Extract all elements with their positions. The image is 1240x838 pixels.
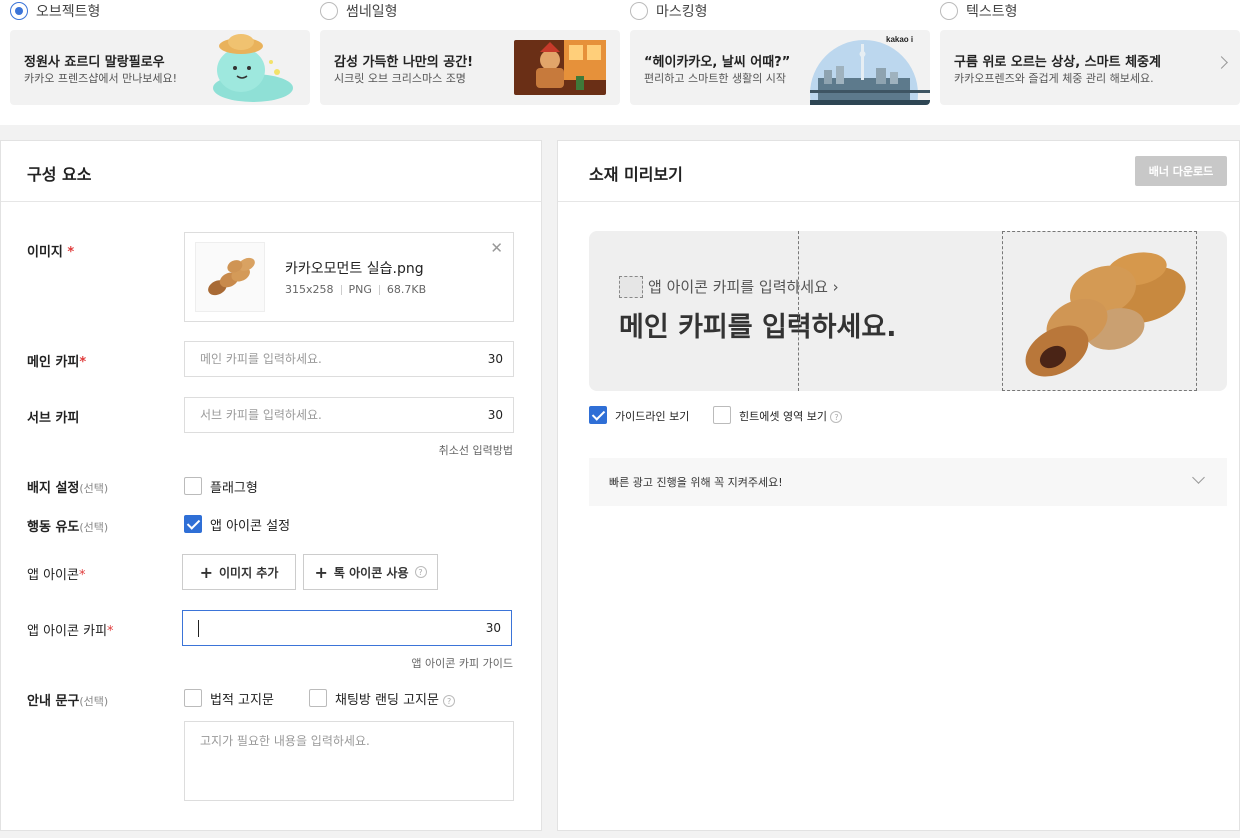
type-thumbnail-card[interactable]: 감성 가득한 나만의 공간! 시크릿 오브 크리스마스 조명 bbox=[320, 30, 620, 105]
app-icon-copy-field[interactable]: 30 bbox=[182, 610, 512, 646]
help-icon[interactable]: ? bbox=[414, 566, 427, 578]
legal-notice-checkbox[interactable] bbox=[184, 689, 202, 707]
preview-sub-copy: 앱 아이콘 카피를 입력하세요 › bbox=[648, 278, 839, 296]
badge-label: 배지 설정(선택) bbox=[27, 481, 109, 496]
image-format: PNG bbox=[348, 283, 372, 296]
main-copy-field[interactable]: 30 bbox=[184, 341, 514, 377]
card-subtitle: 시크릿 오브 크리스마스 조명 bbox=[334, 72, 466, 85]
hint-asset-checkbox[interactable] bbox=[713, 406, 731, 424]
guideline-label: 가이드라인 보기 bbox=[615, 410, 690, 423]
components-title: 구성 요소 bbox=[27, 165, 92, 184]
app-icon-copy-char-count: 30 bbox=[485, 621, 501, 635]
notice-label: 안내 문구(선택) bbox=[27, 694, 109, 709]
image-dimensions: 315x258 bbox=[285, 283, 334, 296]
banner-download-button[interactable]: 배너 다운로드 bbox=[1135, 156, 1227, 186]
plus-icon: + bbox=[314, 562, 328, 582]
preview-panel-header: 소재 미리보기 배너 다운로드 bbox=[558, 141, 1239, 202]
app-icon-copy-label: 앱 아이콘 카피* bbox=[27, 624, 114, 639]
sub-copy-field[interactable]: 30 bbox=[184, 397, 514, 433]
meta-divider bbox=[340, 284, 342, 295]
flag-badge-checkbox[interactable] bbox=[184, 477, 202, 495]
type-object-card[interactable]: 정원사 죠르디 말랑필로우 카카오 프렌즈샵에서 만나보세요! bbox=[10, 30, 310, 105]
main-copy-input[interactable] bbox=[200, 352, 488, 366]
app-icon-setting-checkbox[interactable] bbox=[184, 515, 202, 533]
app-icon-copy-guide-link[interactable]: 앱 아이콘 카피 가이드 bbox=[411, 655, 513, 671]
use-talk-icon-label: 톡 아이콘 사용 bbox=[333, 565, 409, 580]
card-subtitle: 카카오프렌즈와 즐겁게 체중 관리 해보세요. bbox=[954, 72, 1154, 85]
use-talk-icon-button[interactable]: + 톡 아이콘 사용 ? bbox=[303, 554, 438, 590]
main-copy-label: 메인 카피* bbox=[27, 355, 87, 370]
image-filesize: 68.7KB bbox=[386, 283, 427, 296]
card-title: 구름 위로 오르는 상상, 스마트 체중계 bbox=[954, 55, 1161, 70]
guideline-checkbox[interactable] bbox=[589, 406, 607, 424]
chevron-down-icon[interactable] bbox=[1192, 471, 1205, 484]
legal-notice-label: 법적 고지문 bbox=[210, 693, 274, 708]
kakao-i-logo: kakao i bbox=[886, 35, 913, 44]
type-text-label: 텍스트형 bbox=[966, 4, 1018, 20]
notice-textarea[interactable]: 고지가 필요한 내용을 입력하세요. bbox=[184, 721, 514, 801]
add-image-button[interactable]: + 이미지 추가 bbox=[182, 554, 296, 590]
image-meta: 315x258 PNG 68.7KB bbox=[285, 283, 426, 296]
strikethrough-help-link[interactable]: 취소선 입력방법 bbox=[439, 442, 513, 458]
text-cursor bbox=[198, 619, 199, 637]
app-icon-copy-input[interactable] bbox=[203, 621, 486, 635]
guide-notice-text: 빠른 광고 진행을 위해 꼭 지켜주세요! bbox=[609, 476, 783, 489]
card-subtitle: 편리하고 스마트한 생활의 시작 bbox=[644, 72, 787, 85]
app-icon-placeholder bbox=[619, 276, 643, 298]
guideline-vertical bbox=[798, 231, 799, 391]
christmas-light-image bbox=[514, 40, 606, 95]
card-title: 정원사 죠르디 말랑필로우 bbox=[24, 55, 165, 70]
plus-icon: + bbox=[199, 562, 213, 582]
uploaded-image-thumbnail bbox=[195, 242, 265, 312]
type-object-radio-row[interactable]: 오브젝트형 bbox=[10, 1, 100, 21]
sub-copy-char-count: 30 bbox=[487, 408, 503, 422]
radio-selected[interactable] bbox=[10, 2, 28, 20]
radio-unselected[interactable] bbox=[320, 2, 338, 20]
help-icon[interactable]: ? bbox=[830, 411, 843, 423]
add-image-label: 이미지 추가 bbox=[219, 565, 279, 580]
image-upload-box[interactable]: 카카오모먼트 실습.png 315x258 PNG 68.7KB ✕ bbox=[184, 232, 514, 322]
guideline-image-area bbox=[1002, 231, 1197, 391]
flag-badge-label: 플래그형 bbox=[210, 481, 258, 496]
app-icon-setting-label: 앱 아이콘 설정 bbox=[210, 519, 291, 534]
sub-copy-input[interactable] bbox=[200, 408, 488, 422]
type-masking-card[interactable]: “헤이카카오, 날씨 어때?” 편리하고 스마트한 생활의 시작 kakao i bbox=[630, 30, 930, 105]
meta-divider bbox=[378, 284, 380, 295]
guide-notice-accordion[interactable]: 빠른 광고 진행을 위해 꼭 지켜주세요! bbox=[589, 458, 1227, 506]
jordy-pillow-image bbox=[213, 34, 293, 102]
sub-copy-label: 서브 카피 bbox=[27, 411, 80, 426]
type-text-radio-row[interactable]: 텍스트형 bbox=[940, 1, 1018, 21]
help-icon[interactable]: ? bbox=[443, 695, 456, 707]
creative-type-selector: 오브젝트형 정원사 죠르디 말랑필로우 카카오 프렌즈샵에서 만나보세요! 썸네… bbox=[0, 0, 1240, 125]
image-label: 이미지 * bbox=[27, 245, 75, 260]
type-thumbnail-radio-row[interactable]: 썸네일형 bbox=[320, 1, 398, 21]
radio-unselected[interactable] bbox=[630, 2, 648, 20]
type-thumbnail-label: 썸네일형 bbox=[346, 4, 398, 20]
action-label: 행동 유도(선택) bbox=[27, 520, 109, 535]
image-file-name: 카카오모먼트 실습.png bbox=[285, 261, 424, 277]
card-title: “헤이카카오, 날씨 어때?” bbox=[644, 55, 791, 70]
main-copy-char-count: 30 bbox=[487, 352, 503, 366]
card-subtitle: 카카오 프렌즈샵에서 만나보세요! bbox=[24, 72, 178, 85]
app-icon-label: 앱 아이콘* bbox=[27, 568, 86, 583]
city-masking-image: kakao i bbox=[810, 35, 930, 105]
type-text-card[interactable]: 구름 위로 오르는 상상, 스마트 체중계 카카오프렌즈와 즐겁게 체중 관리 … bbox=[940, 30, 1240, 105]
chat-landing-notice-checkbox[interactable] bbox=[309, 689, 327, 707]
banner-preview: 앱 아이콘 카피를 입력하세요 › 메인 카피를 입력하세요. bbox=[589, 231, 1227, 391]
radio-unselected[interactable] bbox=[940, 2, 958, 20]
preview-title: 소재 미리보기 bbox=[589, 165, 683, 184]
hint-asset-label: 힌트에셋 영역 보기 ? bbox=[739, 408, 843, 424]
notice-placeholder: 고지가 필요한 내용을 입력하세요. bbox=[200, 734, 370, 748]
preview-main-copy: 메인 카피를 입력하세요. bbox=[619, 312, 897, 343]
remove-image-icon[interactable]: ✕ bbox=[490, 239, 503, 257]
chat-landing-notice-label: 채팅방 랜딩 고지문 ? bbox=[335, 689, 456, 708]
preview-panel: 소재 미리보기 배너 다운로드 앱 아이콘 카피를 입력하세요 › 메인 카피를… bbox=[557, 140, 1240, 831]
chevron-right-icon[interactable] bbox=[1215, 56, 1228, 69]
components-panel: 구성 요소 이미지 * 카카오모먼트 실습.png 315x258 PNG 68… bbox=[0, 140, 542, 831]
type-masking-radio-row[interactable]: 마스킹형 bbox=[630, 1, 708, 21]
card-title: 감성 가득한 나만의 공간! bbox=[334, 55, 474, 70]
components-panel-header: 구성 요소 bbox=[1, 141, 541, 202]
type-object-label: 오브젝트형 bbox=[36, 4, 101, 20]
type-masking-label: 마스킹형 bbox=[656, 4, 708, 20]
